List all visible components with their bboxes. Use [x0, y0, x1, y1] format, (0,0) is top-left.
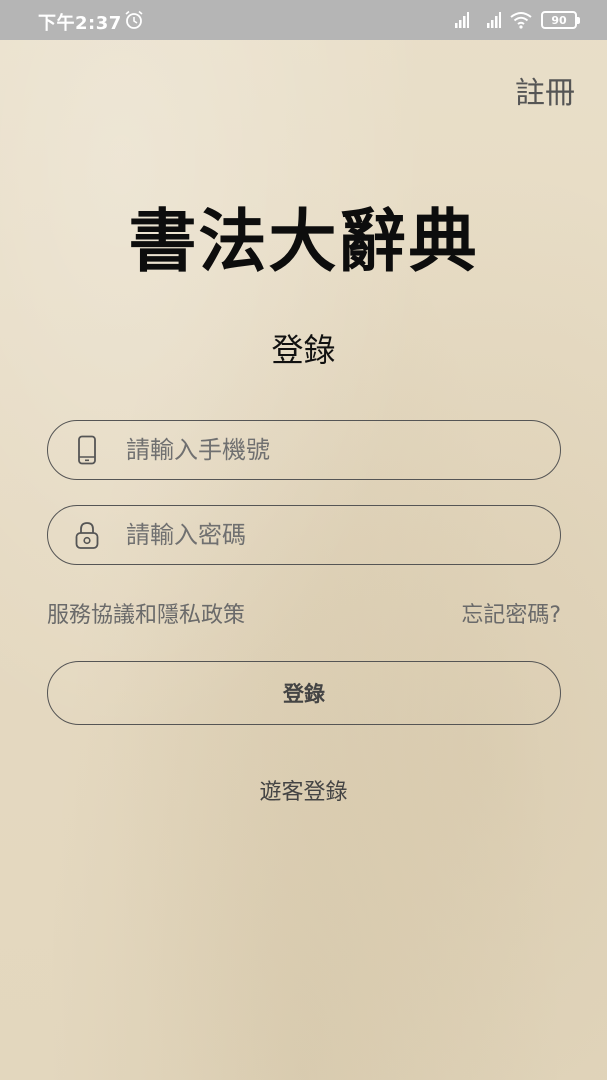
battery-level: 90	[551, 13, 567, 27]
status-icons: 90	[445, 8, 580, 32]
login-button[interactable]: 登錄	[47, 661, 561, 725]
signal-icon	[487, 12, 501, 28]
password-input[interactable]	[126, 515, 506, 555]
status-time: 下午2:37	[38, 13, 122, 34]
links-row: 服務協議和隱私政策 忘記密碼?	[47, 597, 561, 629]
app-title: 書法大辭典	[128, 202, 479, 282]
forgot-password-link[interactable]: 忘記密碼?	[461, 597, 561, 629]
phone-icon	[74, 435, 100, 465]
signal-icon	[455, 12, 469, 28]
wifi-icon	[510, 12, 532, 29]
lock-icon	[74, 520, 100, 550]
phone-field[interactable]	[47, 420, 561, 480]
terms-link[interactable]: 服務協議和隱私政策	[47, 597, 245, 629]
alarm-icon	[125, 10, 143, 29]
password-field[interactable]	[47, 505, 561, 565]
battery-icon: 90	[541, 11, 580, 29]
guest-login-row: 遊客登錄	[0, 774, 607, 806]
phone-input[interactable]	[126, 430, 506, 470]
guest-login-link[interactable]: 遊客登錄	[259, 780, 347, 805]
register-link[interactable]: 註冊	[515, 68, 575, 112]
login-title: 登錄	[271, 331, 336, 369]
status-bar: 下午2:37 90	[0, 0, 607, 40]
